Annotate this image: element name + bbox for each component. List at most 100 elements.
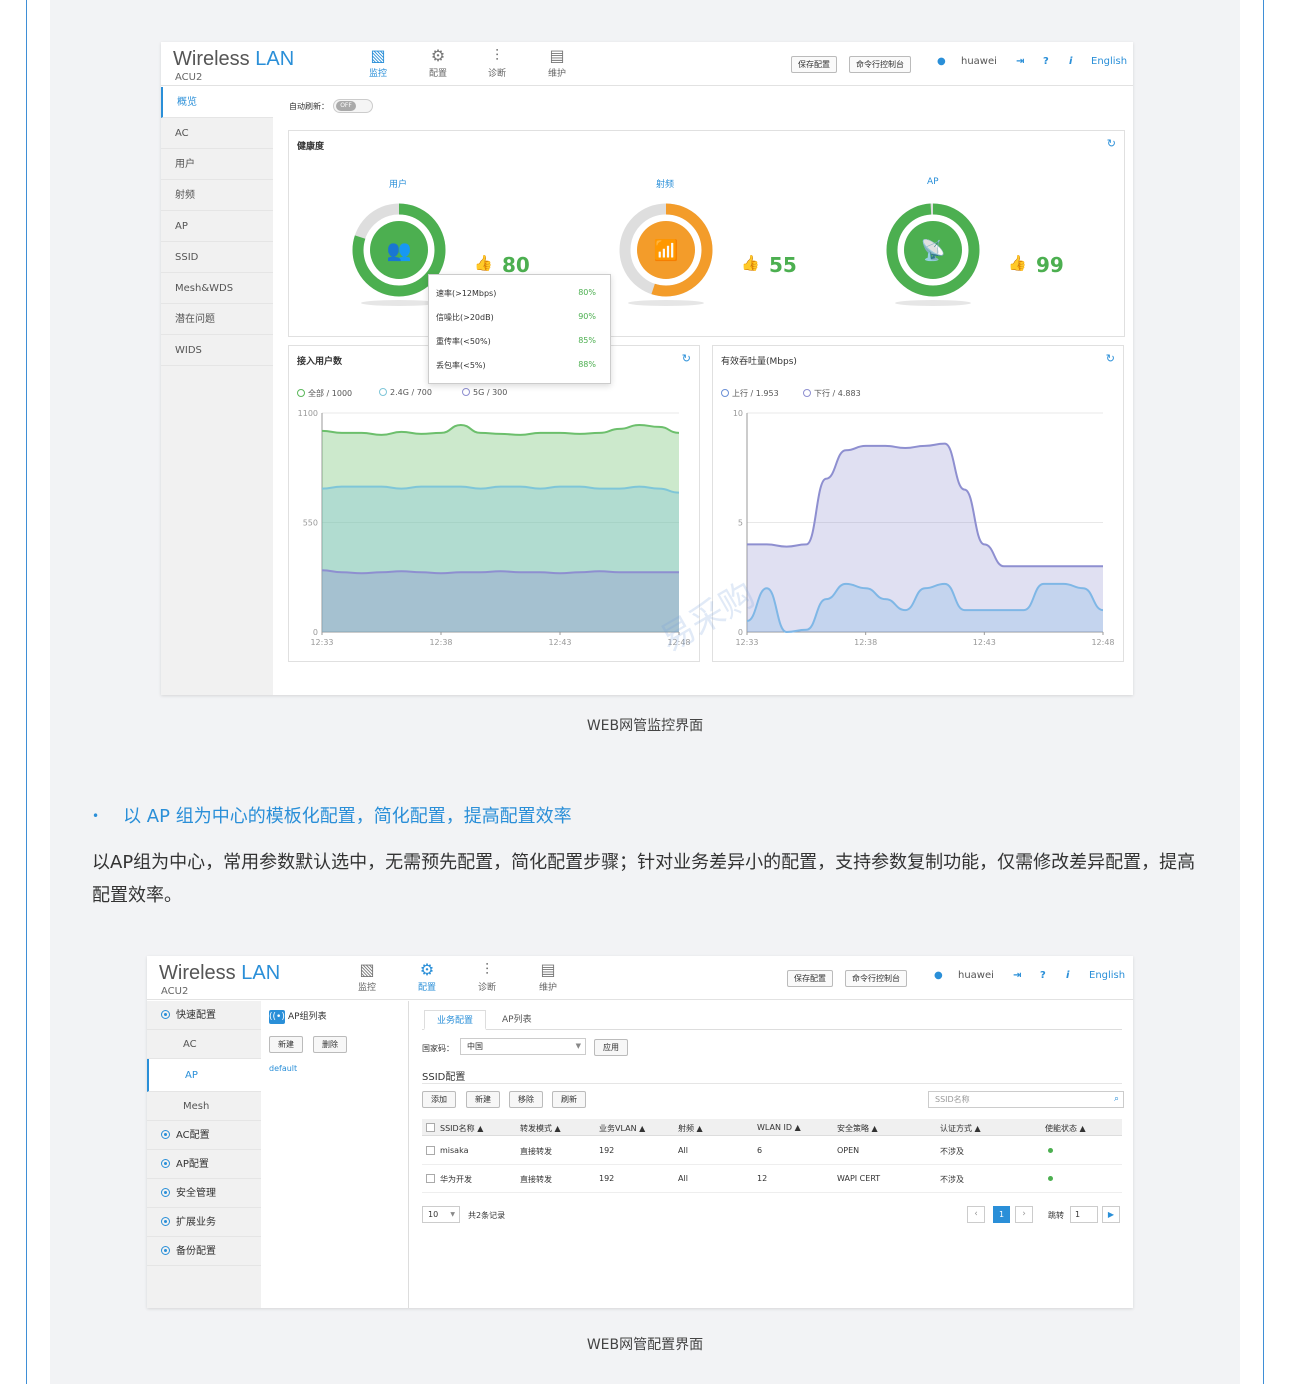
score-ap: 99 <box>1036 253 1064 277</box>
sidebar-item-ap[interactable]: AP <box>161 211 273 242</box>
table-cell: misaka <box>440 1146 469 1155</box>
nav-maintain[interactable]: ▤ 维护 <box>537 46 577 79</box>
nav-monitor[interactable]: ▧ 监控 <box>358 46 398 79</box>
select-all-checkbox[interactable] <box>426 1123 435 1132</box>
sidebar-item-overview[interactable]: 概览 <box>161 87 273 118</box>
new-ssid-button[interactable]: 新建 <box>466 1091 500 1108</box>
new-group-button[interactable]: 新建 <box>269 1036 303 1053</box>
next-page-button[interactable]: › <box>1015 1206 1033 1223</box>
sidebar-group-backup[interactable]: 备份配置 <box>147 1237 261 1266</box>
search-icon[interactable]: ⌕ <box>1114 1092 1119 1107</box>
throughput-chart-panel: 有效吞吐量(Mbps) ↻ 上行 / 1.953 下行 / 4.883 <box>712 345 1124 662</box>
sidebar-group-extend[interactable]: 扩展业务 <box>147 1208 261 1237</box>
refresh-icon[interactable]: ↻ <box>1106 352 1115 365</box>
legend-down[interactable]: 下行 / 4.883 <box>803 388 861 399</box>
delete-group-button[interactable]: 删除 <box>313 1036 347 1053</box>
help-icon[interactable]: ? <box>1043 56 1049 67</box>
prev-page-button[interactable]: ‹ <box>967 1206 985 1223</box>
tab-ap-list[interactable]: AP列表 <box>502 1010 532 1030</box>
jump-go-button[interactable]: ▶ <box>1102 1206 1120 1223</box>
column-header[interactable]: 转发模式 ▲ <box>520 1123 561 1134</box>
nav-config[interactable]: ⚙ 配置 <box>407 960 447 993</box>
column-header[interactable]: 认证方式 ▲ <box>940 1123 981 1134</box>
app-subtitle: ACU2 <box>175 72 203 83</box>
language-switch[interactable]: English <box>1091 56 1127 67</box>
thumbs-up-icon: 👍 <box>474 254 493 272</box>
column-header[interactable]: WLAN ID ▲ <box>757 1123 801 1132</box>
column-header[interactable]: 业务VLAN ▲ <box>599 1123 645 1134</box>
legend-all[interactable]: 全部 / 1000 <box>297 388 352 399</box>
row-checkbox[interactable] <box>426 1174 435 1183</box>
table-cell: OPEN <box>837 1146 860 1155</box>
cli-console-button[interactable]: 命令行控制台 <box>849 56 911 73</box>
health-title: 健康度 <box>297 142 325 152</box>
tab-service-config[interactable]: 业务配置 <box>424 1010 487 1030</box>
info-icon[interactable]: i <box>1066 970 1069 981</box>
table-cell: WAPI CERT <box>837 1174 881 1183</box>
nav-diagnose[interactable]: ⫶ 诊断 <box>477 46 517 79</box>
app-logo: Wireless LAN <box>159 962 281 984</box>
gauge-label-users: 用户 <box>389 180 408 190</box>
sidebar-item-users[interactable]: 用户 <box>161 149 273 180</box>
sidebar-group-security[interactable]: 安全管理 <box>147 1179 261 1208</box>
table-cell: 直接转发 <box>520 1147 552 1156</box>
gear-icon: ⚙ <box>430 46 446 65</box>
gauge-label-radio: 射频 <box>656 180 675 190</box>
add-ssid-button[interactable]: 添加 <box>422 1091 456 1108</box>
sidebar-item-mesh[interactable]: Mesh <box>147 1092 261 1121</box>
refresh-icon[interactable]: ↻ <box>1107 137 1116 150</box>
user-icon: ● <box>937 56 946 67</box>
logout-icon[interactable]: ⇥ <box>1013 970 1021 981</box>
table-cell: 192 <box>599 1146 615 1155</box>
sidebar-item-wids[interactable]: WIDS <box>161 335 273 366</box>
config-sidebar: 快速配置 AC AP Mesh AC配置 AP配置 安全管理 扩展业务 备份配置 <box>147 1001 261 1308</box>
apply-button[interactable]: 应用 <box>594 1039 628 1056</box>
sidebar-item-ac[interactable]: AC <box>161 118 273 149</box>
legend-up[interactable]: 上行 / 1.953 <box>721 388 779 399</box>
sidebar-group-quick[interactable]: 快速配置 <box>147 1001 261 1030</box>
sidebar-group-ap[interactable]: AP配置 <box>147 1150 261 1179</box>
sidebar-group-ac[interactable]: AC配置 <box>147 1121 261 1150</box>
table-cell: 192 <box>599 1174 615 1183</box>
health-panel: 健康度 ↻ <box>288 130 1125 337</box>
row-checkbox[interactable] <box>426 1146 435 1155</box>
ap-group-item[interactable]: default <box>269 1064 297 1073</box>
legend-24g[interactable]: 2.4G / 700 <box>379 388 432 397</box>
logout-icon[interactable]: ⇥ <box>1016 56 1024 67</box>
cli-console-button[interactable]: 命令行控制台 <box>845 970 907 987</box>
nav-diagnose[interactable]: ⫶ 诊断 <box>467 960 507 993</box>
page-size-select[interactable]: 10 ▼ <box>422 1206 460 1223</box>
table-cell: 6 <box>757 1146 763 1155</box>
nav-monitor[interactable]: ▧ 监控 <box>347 960 387 993</box>
info-icon[interactable]: i <box>1069 56 1072 67</box>
sidebar-item-radio[interactable]: 射频 <box>161 180 273 211</box>
username[interactable]: huawei <box>958 970 994 981</box>
sidebar-item-ac[interactable]: AC <box>147 1030 261 1059</box>
username[interactable]: huawei <box>961 56 997 67</box>
column-header[interactable]: SSID名称 ▲ <box>440 1123 483 1134</box>
refresh-ssid-button[interactable]: 刷新 <box>552 1091 586 1108</box>
nav-maintain[interactable]: ▤ 维护 <box>528 960 568 993</box>
save-config-button[interactable]: 保存配置 <box>787 970 833 987</box>
column-header[interactable]: 安全策略 ▲ <box>837 1123 878 1134</box>
save-config-button[interactable]: 保存配置 <box>791 56 837 73</box>
legend-5g[interactable]: 5G / 300 <box>462 388 507 397</box>
ssid-search-input[interactable]: SSID名称 ⌕ <box>928 1091 1124 1108</box>
language-switch[interactable]: English <box>1089 970 1125 981</box>
sidebar-item-issues[interactable]: 潜在问题 <box>161 304 273 335</box>
refresh-icon[interactable]: ↻ <box>682 352 691 365</box>
column-header[interactable]: 使能状态 ▲ <box>1045 1123 1086 1134</box>
remove-ssid-button[interactable]: 移除 <box>509 1091 543 1108</box>
ap-group-title: ((•))AP组列表 <box>269 1010 327 1024</box>
nav-config[interactable]: ⚙ 配置 <box>418 46 458 79</box>
jump-input[interactable]: 1 <box>1070 1206 1098 1223</box>
country-select[interactable]: 中国 ▼ <box>460 1038 586 1055</box>
sidebar-item-mesh-wds[interactable]: Mesh&WDS <box>161 273 273 304</box>
caption-config: WEB网管配置界面 <box>586 1337 704 1353</box>
help-icon[interactable]: ? <box>1040 970 1046 981</box>
sidebar-item-ap[interactable]: AP <box>147 1059 261 1092</box>
auto-refresh-toggle[interactable]: OFF <box>333 99 373 113</box>
sidebar-item-ssid[interactable]: SSID <box>161 242 273 273</box>
current-page[interactable]: 1 <box>993 1206 1010 1223</box>
column-header[interactable]: 射频 ▲ <box>678 1123 703 1134</box>
